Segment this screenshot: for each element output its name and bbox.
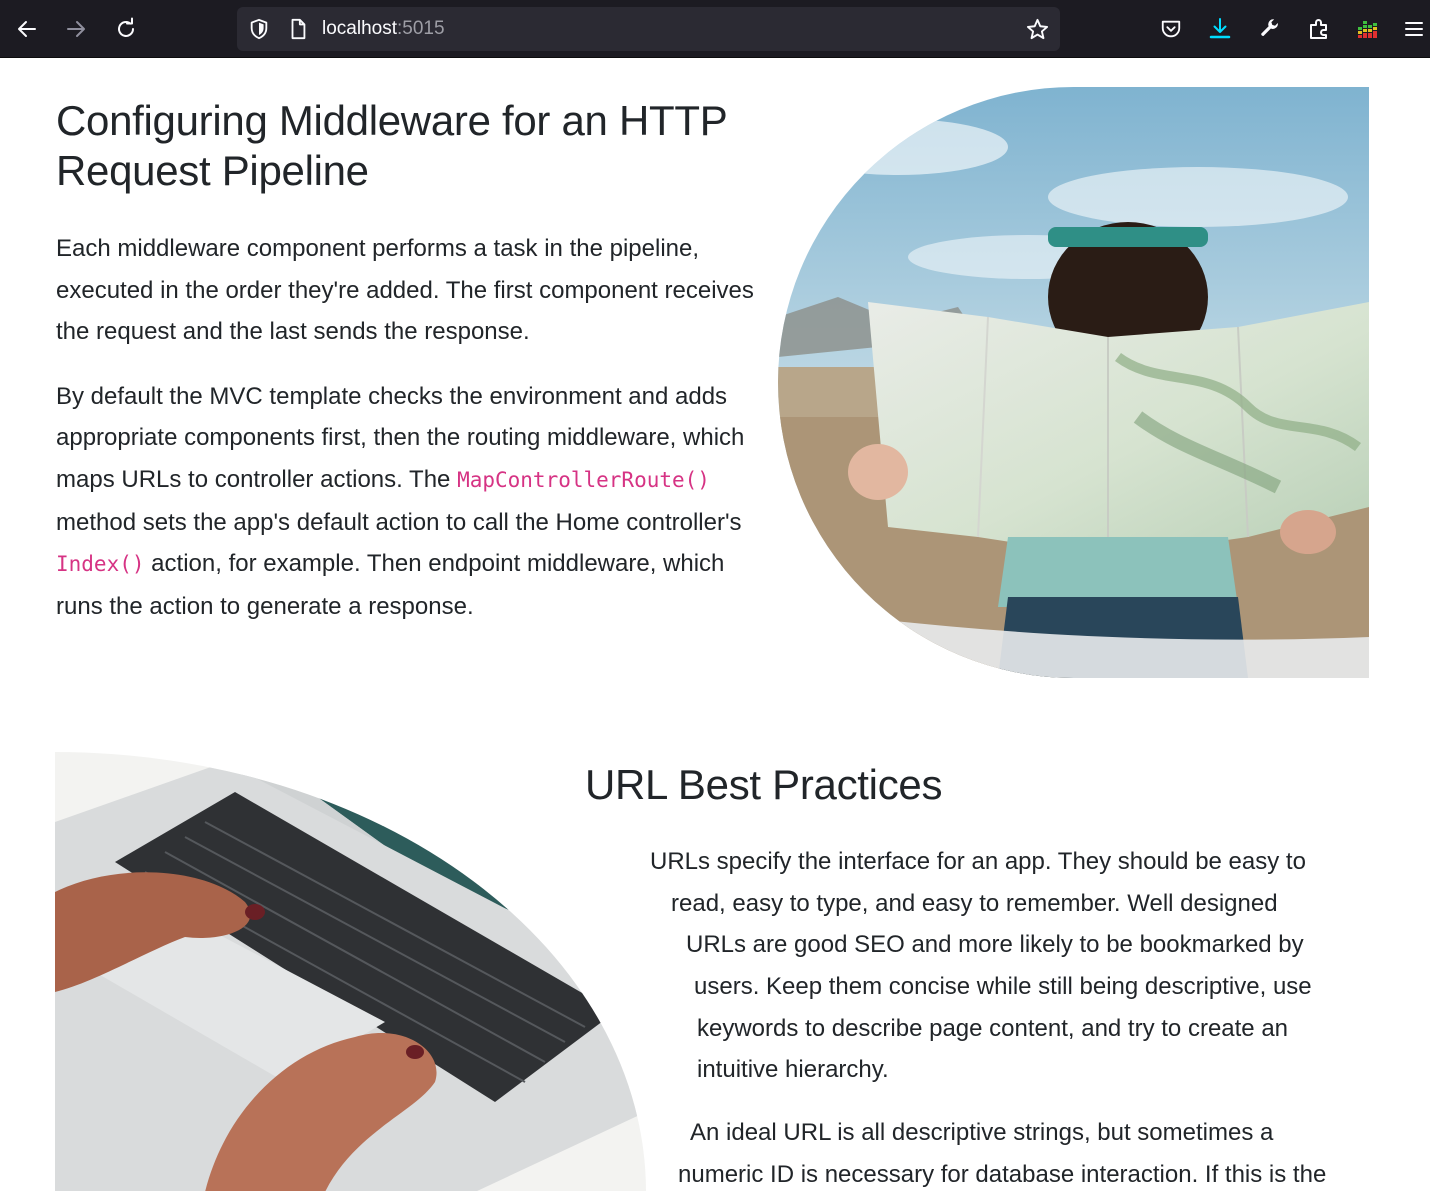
paragraph-mvc-default: By default the MVC template checks the e… [56,376,776,628]
text-line: intuitive hierarchy. [697,1056,889,1083]
back-arrow-icon [18,21,36,37]
reload-button[interactable] [107,9,145,49]
text-line: read, easy to type, and easy to remember… [671,890,1278,917]
forward-button[interactable] [57,9,95,49]
text-line: An ideal URL is all descriptive strings,… [690,1119,1274,1146]
paragraph-middleware-intro: Each middleware component performs a tas… [56,235,754,346]
equalizer-extension-icon [1358,21,1377,38]
section-title-middleware: Configuring Middleware for an HTTP Reque… [56,97,727,194]
wrench-icon [1261,19,1278,36]
pocket-button[interactable] [1152,9,1190,49]
text-line: keywords to describe page content, and t… [697,1015,1289,1042]
url-text[interactable]: localhost:5015 [322,18,445,40]
address-bar[interactable]: localhost:5015 [237,7,1060,51]
pocket-icon [1161,20,1181,38]
section-title-url-best-practices: URL Best Practices [585,761,943,808]
page-content: Configuring Middleware for an HTTP Reque… [0,58,1430,1191]
downloads-button[interactable] [1201,9,1239,49]
hamburger-menu-icon [1405,22,1423,36]
forward-arrow-icon [67,21,85,37]
equalizer-extension-button[interactable] [1349,9,1387,49]
bookmark-star-icon[interactable] [1026,18,1049,41]
extensions-button[interactable] [1300,9,1338,49]
text-segment: method sets the app's default action to … [56,508,742,536]
hands-typing-on-laptop-photo [55,752,646,1191]
text-line: URLs are good SEO and more likely to be … [686,931,1304,958]
page-info-icon[interactable] [287,18,309,40]
back-button[interactable] [8,9,46,49]
text-segment: action, for example. Then endpoint middl… [56,550,725,620]
code-index: Index() [56,552,145,577]
reload-icon [118,17,134,37]
downloads-icon [1209,18,1231,39]
section-body-middleware: Each middleware component performs a tas… [56,228,776,650]
app-menu-button[interactable] [1398,9,1430,49]
tracking-protection-shield-icon[interactable] [248,18,270,40]
browser-toolbar: localhost:5015 [0,0,1430,58]
url-host: localhost [322,18,397,39]
woman-reading-map-photo [778,87,1369,678]
text-line: users. Keep them concise while still bei… [694,973,1312,1000]
text-line: numeric ID is necessary for database int… [678,1161,1327,1188]
text-line: URLs specify the interface for an app. T… [650,848,1306,875]
tools-button[interactable] [1251,9,1289,49]
url-port: :5015 [397,18,445,39]
extensions-puzzle-icon [1310,19,1327,39]
code-map-controller-route: MapControllerRoute() [457,467,710,492]
